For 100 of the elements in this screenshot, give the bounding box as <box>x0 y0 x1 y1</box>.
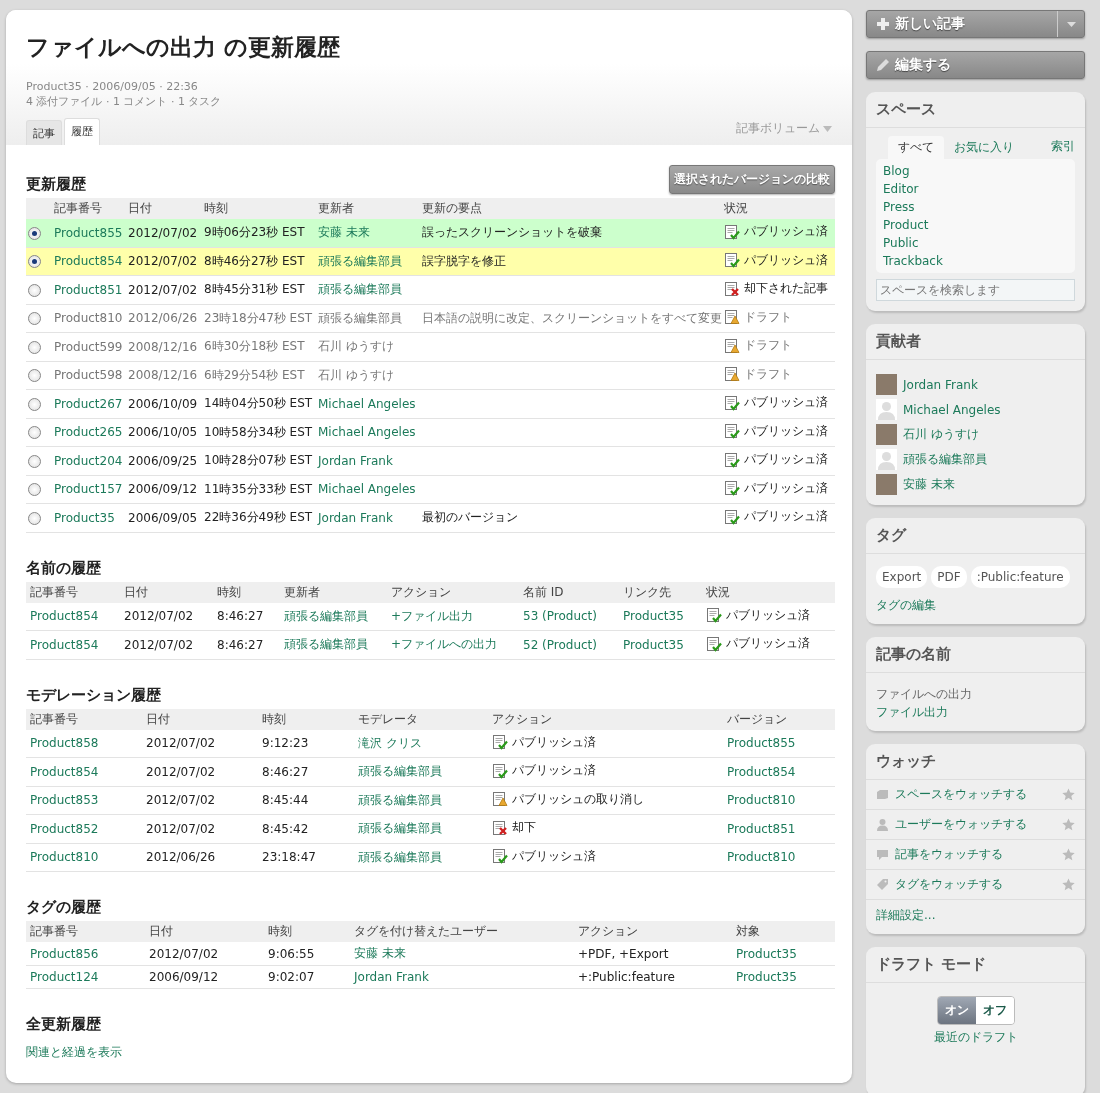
table-link[interactable]: Product265 <box>54 425 123 440</box>
article-name-link[interactable]: ファイル出力 <box>876 703 1075 721</box>
watch-link[interactable]: スペースをウォッチする <box>895 786 1056 803</box>
table-link[interactable]: Michael Angeles <box>318 425 416 440</box>
contributor-link[interactable]: 安藤 未来 <box>903 476 955 493</box>
table-link[interactable]: Product855 <box>54 225 123 240</box>
tab[interactable]: お気に入り <box>944 136 1024 159</box>
star-icon[interactable] <box>1062 818 1075 831</box>
new-article-button[interactable]: 新しい記事 <box>866 10 1085 38</box>
table-link[interactable]: Michael Angeles <box>318 482 416 497</box>
table-link[interactable]: Product853 <box>30 793 99 808</box>
table-link[interactable]: Product810 <box>30 850 99 865</box>
tag-chip[interactable]: Export <box>876 566 928 588</box>
radio-button[interactable] <box>28 312 41 326</box>
table-link[interactable]: 53 (Product) <box>523 609 597 624</box>
table-link[interactable]: Jordan Frank <box>354 970 429 984</box>
space-link[interactable]: Press <box>883 199 1068 215</box>
table-link[interactable]: 頑張る編集部員 <box>284 608 368 623</box>
radio-button[interactable] <box>28 397 41 411</box>
history-link[interactable]: 関連と経過を表示 <box>26 1044 122 1061</box>
watch-link[interactable]: ユーザーをウォッチする <box>895 816 1056 833</box>
table-link[interactable]: Product854 <box>54 254 123 269</box>
toggle-option[interactable]: オフ <box>975 997 1014 1024</box>
table-link[interactable]: Jordan Frank <box>318 453 393 468</box>
watch-link[interactable]: タグをウォッチする <box>895 876 1056 893</box>
contributor-link[interactable]: Jordan Frank <box>903 377 978 392</box>
table-link[interactable]: Product810 <box>54 311 123 326</box>
table-link[interactable]: +ファイル出力 <box>391 608 474 623</box>
table-link[interactable]: Product35 <box>54 510 115 525</box>
radio-button[interactable] <box>28 454 41 468</box>
table-link[interactable]: Product267 <box>54 396 123 411</box>
table-link[interactable]: 頑張る編集部員 <box>358 792 442 807</box>
table-link[interactable]: Product35 <box>736 946 797 961</box>
radio-button[interactable] <box>28 369 41 383</box>
space-link[interactable]: Trackback <box>883 253 1068 269</box>
table-link[interactable]: +ファイルへの出力 <box>391 637 498 652</box>
edit-button[interactable]: 編集する <box>866 51 1085 79</box>
radio-button[interactable] <box>28 426 41 440</box>
index-link[interactable]: 索引 <box>1051 138 1075 159</box>
table-link[interactable]: 頑張る編集部員 <box>318 253 402 268</box>
table-link[interactable]: 頑張る編集部員 <box>284 637 368 652</box>
contributor-link[interactable]: 石川 ゆうすけ <box>903 426 979 443</box>
table-link[interactable]: Product858 <box>30 736 99 751</box>
search-field[interactable]: スペースを検索します <box>876 279 1075 301</box>
star-icon[interactable] <box>1062 788 1075 801</box>
table-link[interactable]: 石川 ゆうすけ <box>318 339 394 354</box>
tag-chip[interactable]: PDF <box>931 566 967 588</box>
watch-link[interactable]: 記事をウォッチする <box>895 846 1056 863</box>
table-link[interactable]: Product157 <box>54 482 123 497</box>
table-link[interactable]: Product598 <box>54 368 123 383</box>
table-link[interactable]: 滝沢 クリス <box>358 735 422 750</box>
table-link[interactable]: Product810 <box>727 850 796 865</box>
space-link[interactable]: Editor <box>883 181 1068 197</box>
table-link[interactable]: Product854 <box>727 764 796 779</box>
contributor-link[interactable]: 頑張る編集部員 <box>903 451 987 468</box>
table-link[interactable]: 52 (Product) <box>523 637 597 652</box>
table-link[interactable]: Product35 <box>736 970 797 984</box>
table-link[interactable]: 石川 ゆうすけ <box>318 367 394 382</box>
settings-link[interactable]: 詳細設定... <box>876 908 936 922</box>
table-link[interactable]: Product124 <box>30 970 99 984</box>
table-link[interactable]: 安藤 未来 <box>318 225 370 240</box>
tab[interactable]: 履歴 <box>64 118 100 145</box>
table-link[interactable]: 頑張る編集部員 <box>358 764 442 779</box>
table-link[interactable]: Product810 <box>727 793 796 808</box>
star-icon[interactable] <box>1062 878 1075 891</box>
table-link[interactable]: Product854 <box>30 609 99 624</box>
toggle-option[interactable]: オン <box>937 997 976 1024</box>
table-link[interactable]: Product852 <box>30 821 99 836</box>
table-link[interactable]: Michael Angeles <box>318 396 416 411</box>
table-link[interactable]: Product599 <box>54 339 123 354</box>
space-link[interactable]: Public <box>883 235 1068 251</box>
radio-button[interactable] <box>28 283 41 297</box>
recent-drafts-link[interactable]: 最近のドラフト <box>933 1030 1018 1044</box>
table-link[interactable]: Product851 <box>727 821 796 836</box>
contributor-link[interactable]: Michael Angeles <box>903 402 1001 417</box>
radio-button[interactable] <box>28 255 41 269</box>
star-icon[interactable] <box>1062 848 1075 861</box>
table-link[interactable]: Product35 <box>623 609 684 624</box>
table-link[interactable]: Product851 <box>54 282 123 297</box>
table-link[interactable]: Product854 <box>30 637 99 652</box>
radio-button[interactable] <box>28 226 41 240</box>
tag-chip[interactable]: :Public:feature <box>970 566 1070 588</box>
table-link[interactable]: Product856 <box>30 946 99 961</box>
table-link[interactable]: Product855 <box>727 736 796 751</box>
table-link[interactable]: 安藤 未来 <box>354 946 406 960</box>
table-link[interactable]: 頑張る編集部員 <box>318 310 402 325</box>
table-link[interactable]: Product204 <box>54 453 123 468</box>
space-link[interactable]: Blog <box>883 163 1068 179</box>
table-link[interactable]: 頑張る編集部員 <box>318 282 402 297</box>
table-link[interactable]: 頑張る編集部員 <box>358 821 442 836</box>
tab[interactable]: 記事 <box>26 120 62 145</box>
table-link[interactable]: Jordan Frank <box>318 510 393 525</box>
edit-tags-link[interactable]: タグの編集 <box>876 597 936 614</box>
radio-button[interactable] <box>28 511 41 525</box>
radio-button[interactable] <box>28 340 41 354</box>
table-link[interactable]: Product35 <box>623 637 684 652</box>
compare-button[interactable]: 選択されたバージョンの比較 <box>669 165 835 194</box>
table-link[interactable]: 頑張る編集部員 <box>358 849 442 864</box>
tab[interactable]: すべて <box>888 136 944 159</box>
space-link[interactable]: Product <box>883 217 1068 233</box>
